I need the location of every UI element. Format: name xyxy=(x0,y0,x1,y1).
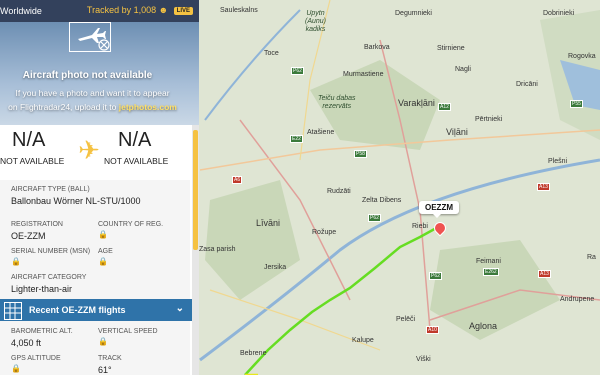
road-shield-p58: P58 xyxy=(354,150,367,158)
map-label-dobrinieki: Dobrinieki xyxy=(543,10,575,17)
flight-info-panel: Worldwide Tracked by 1,008 ☻ LIVE Aircra… xyxy=(0,0,199,375)
panel-topbar: Worldwide Tracked by 1,008 ☻ LIVE xyxy=(0,0,199,22)
map-label-andrupene: Andrupene xyxy=(560,296,595,303)
map-label-dricani: Dricāni xyxy=(516,81,538,88)
map-label-sauleskalns: Sauleskalns xyxy=(220,7,258,14)
map-label-feimani: Feimani xyxy=(476,258,501,265)
category-label: AIRCRAFT CATEGORY xyxy=(11,274,87,281)
road-shield-a12: A12 xyxy=(438,103,451,111)
origin-status: NOT AVAILABLE xyxy=(0,156,65,166)
map-label-rudzati: Rudzāti xyxy=(327,188,351,195)
tracked-counter: Tracked by 1,008 ☻ LIVE xyxy=(87,5,193,15)
road-shield-a13: A13 xyxy=(537,183,550,191)
road-shield-p62a: P62 xyxy=(291,67,304,75)
road-shield-p62b: P62 xyxy=(368,214,381,222)
panel-scrollbar[interactable] xyxy=(192,125,199,375)
map-label-riebini: Riebi xyxy=(412,223,428,230)
destination-status: NOT AVAILABLE xyxy=(104,156,169,166)
route-section: N/A NOT AVAILABLE ✈ N/A NOT AVAILABLE xyxy=(0,125,190,180)
road-shield-a13b: A13 xyxy=(538,270,551,278)
registration-value: OE-ZZM xyxy=(11,231,46,241)
map-label-aglona: Aglona xyxy=(469,321,498,331)
road-shield-e262: E262 xyxy=(483,268,499,276)
serial-label: SERIAL NUMBER (MSN) xyxy=(11,248,91,255)
age-label: AGE xyxy=(98,248,113,255)
map-label-ra: Ra xyxy=(587,254,596,261)
map-label-barkova: Barkova xyxy=(364,44,390,51)
registration-label: REGISTRATION xyxy=(11,221,63,228)
map-label-parish: Zasa parish xyxy=(199,246,236,253)
map-label-atasiene: Atašiene xyxy=(307,129,335,136)
aircraft-type-label: AIRCRAFT TYPE (BALL) xyxy=(11,186,90,193)
road-shield-a6: A6 xyxy=(232,176,243,184)
map-label-vilani: Viļāni xyxy=(446,127,468,137)
jetphotos-link[interactable]: jetphotos.com xyxy=(119,102,177,112)
scrollbar-thumb[interactable] xyxy=(193,130,198,250)
aircraft-callout[interactable]: OEZZM xyxy=(419,201,459,218)
photo-hint-line1: If you have a photo and want it to appea… xyxy=(15,88,170,98)
map-label-degumnieki: Degumnieki xyxy=(395,10,432,17)
map-label-teicu: Teiču dabas rezervāts xyxy=(318,95,356,110)
region-label[interactable]: Worldwide xyxy=(0,6,42,16)
map-label-stirniene: Stirniene xyxy=(437,45,465,52)
map-label-toce: Toce xyxy=(264,50,279,57)
map-label-rozupe: Rožupe xyxy=(312,229,337,236)
destination-code: N/A xyxy=(118,129,152,151)
baro-alt-value: 4,050 ft xyxy=(11,338,42,348)
map-label-bebrene: Bebrene xyxy=(240,350,267,357)
map-label-zelta: Zelta Dibens xyxy=(362,197,402,204)
road-shield-e22: E22 xyxy=(290,135,303,143)
lock-icon: 🔒 xyxy=(98,257,108,266)
photo-placeholder-icon xyxy=(69,22,111,52)
calendar-icon xyxy=(4,302,22,320)
track-value: 61° xyxy=(98,365,112,375)
map-label-murmastiene: Murmastiene xyxy=(343,71,384,78)
airplane-icon: ✈ xyxy=(72,133,106,167)
map-label-peleci: Pelēči xyxy=(396,316,416,323)
map-label-livani: Līvāni xyxy=(256,218,281,228)
country-label: COUNTRY OF REG. xyxy=(98,221,164,228)
lock-icon: 🔒 xyxy=(11,364,21,373)
road-shield-a10: A10 xyxy=(426,326,439,334)
map-label-kadiks: Upytn (Aunu) kadiks xyxy=(305,10,327,33)
aircraft-photo-placeholder: Aircraft photo not available If you have… xyxy=(0,22,199,125)
lock-icon: 🔒 xyxy=(11,257,21,266)
map-label-varakljani: Varakļāni xyxy=(398,98,435,108)
road-shield-p55: P55 xyxy=(570,100,583,108)
aircraft-type-value: Ballonbau Wörner NL-STU/1000 xyxy=(11,196,141,206)
lock-icon: 🔒 xyxy=(98,230,108,239)
map-label-plesni: Plešni xyxy=(548,158,568,165)
vertical-speed-label: VERTICAL SPEED xyxy=(98,328,158,335)
map-label-kalupe: Kalupe xyxy=(352,337,374,344)
track-label: TRACK xyxy=(98,355,122,362)
photo-unavailable-title: Aircraft photo not available xyxy=(22,70,153,81)
road-shield-p62c: P62 xyxy=(429,272,442,280)
chevron-down-icon: ⌄ xyxy=(175,303,184,314)
live-badge: LIVE xyxy=(173,7,193,15)
origin-code: N/A xyxy=(12,129,46,151)
baro-alt-label: BAROMETRIC ALT. xyxy=(11,328,73,335)
map-label-viski: Viški xyxy=(416,356,431,363)
aircraft-details: AIRCRAFT TYPE (BALL) Ballonbau Wörner NL… xyxy=(0,180,190,375)
recent-flights-label: Recent OE-ZZM flights xyxy=(29,305,126,315)
photo-upload-hint: If you have a photo and want it to appea… xyxy=(0,86,195,114)
people-icon: ☻ xyxy=(158,5,169,15)
gps-alt-label: GPS ALTITUDE xyxy=(11,355,61,362)
recent-flights-button[interactable]: Recent OE-ZZM flights ⌄ xyxy=(0,299,192,321)
map-label-pertnieki: Pērtnieki xyxy=(475,116,503,123)
lock-icon: 🔒 xyxy=(98,337,108,346)
tracked-count: Tracked by 1,008 xyxy=(86,5,157,15)
map-label-rogovka: Rogovka xyxy=(568,53,596,60)
photo-hint-line2: on Flightradar24, upload it to xyxy=(8,102,117,112)
map-label-jersika: Jersika xyxy=(264,264,287,271)
category-value: Lighter-than-air xyxy=(11,284,73,294)
map-label-nagli: Nagli xyxy=(455,66,471,73)
